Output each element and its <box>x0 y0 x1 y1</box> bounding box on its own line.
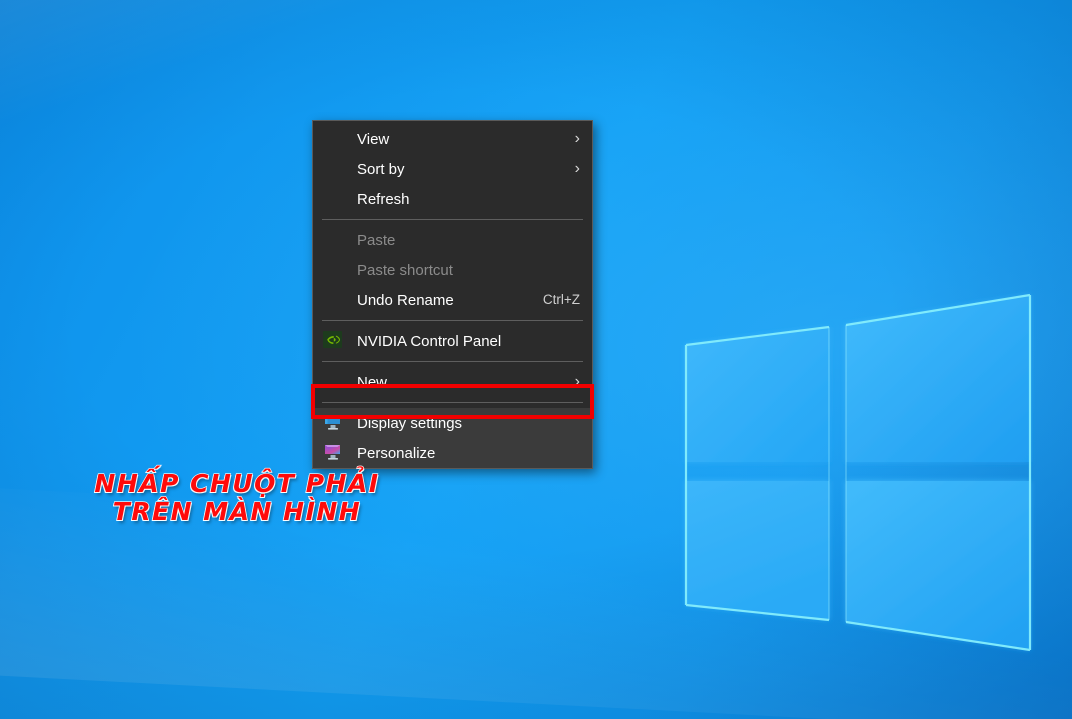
menu-item-icon-placeholder <box>323 260 345 280</box>
menu-group-clipboard: Paste Paste shortcut Undo Rename Ctrl+Z <box>313 225 592 315</box>
menu-separator <box>322 320 583 321</box>
desktop-context-menu[interactable]: View › Sort by › Refresh Paste Paste sho… <box>312 120 593 469</box>
menu-item-label: View <box>357 130 390 148</box>
menu-item-label: Sort by <box>357 160 405 178</box>
menu-item-view[interactable]: View › <box>313 124 592 154</box>
menu-item-icon-placeholder <box>323 189 345 209</box>
menu-item-label: Paste shortcut <box>357 261 453 279</box>
menu-item-label: Refresh <box>357 190 410 208</box>
menu-item-label: NVIDIA Control Panel <box>357 332 502 350</box>
menu-item-icon-placeholder <box>323 290 345 310</box>
menu-separator <box>322 219 583 220</box>
menu-item-label: Personalize <box>357 444 436 462</box>
menu-group-new: New › <box>313 367 592 397</box>
menu-item-label: New <box>357 373 388 391</box>
menu-item-refresh[interactable]: Refresh <box>313 184 592 214</box>
menu-item-personalize[interactable]: Personalize <box>313 438 592 468</box>
chevron-right-icon: › <box>574 130 580 147</box>
menu-item-nvidia-control-panel[interactable]: NVIDIA Control Panel <box>313 326 592 356</box>
menu-separator <box>322 361 583 362</box>
nvidia-icon <box>323 331 345 351</box>
menu-item-shortcut: Ctrl+Z <box>542 292 580 308</box>
wallpaper-light-streak-bottom <box>0 485 1072 719</box>
menu-group-view: View › Sort by › Refresh <box>313 124 592 214</box>
menu-item-icon-placeholder <box>323 372 345 392</box>
menu-item-icon-placeholder <box>323 159 345 179</box>
menu-item-sort-by[interactable]: Sort by › <box>313 154 592 184</box>
menu-item-icon-placeholder <box>323 230 345 250</box>
menu-group-display: Display settings Personalize <box>313 408 592 468</box>
chevron-right-icon: › <box>574 373 580 390</box>
menu-item-label: Undo Rename <box>357 291 454 309</box>
chevron-right-icon: › <box>574 160 580 177</box>
display-monitor-icon <box>323 413 345 433</box>
menu-item-undo-rename[interactable]: Undo Rename Ctrl+Z <box>313 285 592 315</box>
menu-item-paste: Paste <box>313 225 592 255</box>
menu-item-display-settings[interactable]: Display settings <box>313 408 592 438</box>
desktop-screen: View › Sort by › Refresh Paste Paste sho… <box>0 0 1072 719</box>
menu-group-nvidia: NVIDIA Control Panel <box>313 326 592 356</box>
menu-item-paste-shortcut: Paste shortcut <box>313 255 592 285</box>
menu-separator <box>322 402 583 403</box>
menu-item-new[interactable]: New › <box>313 367 592 397</box>
menu-item-label: Display settings <box>357 414 463 432</box>
menu-item-label: Paste <box>357 231 396 249</box>
menu-item-icon-placeholder <box>323 129 345 149</box>
personalize-monitor-icon <box>323 443 345 463</box>
